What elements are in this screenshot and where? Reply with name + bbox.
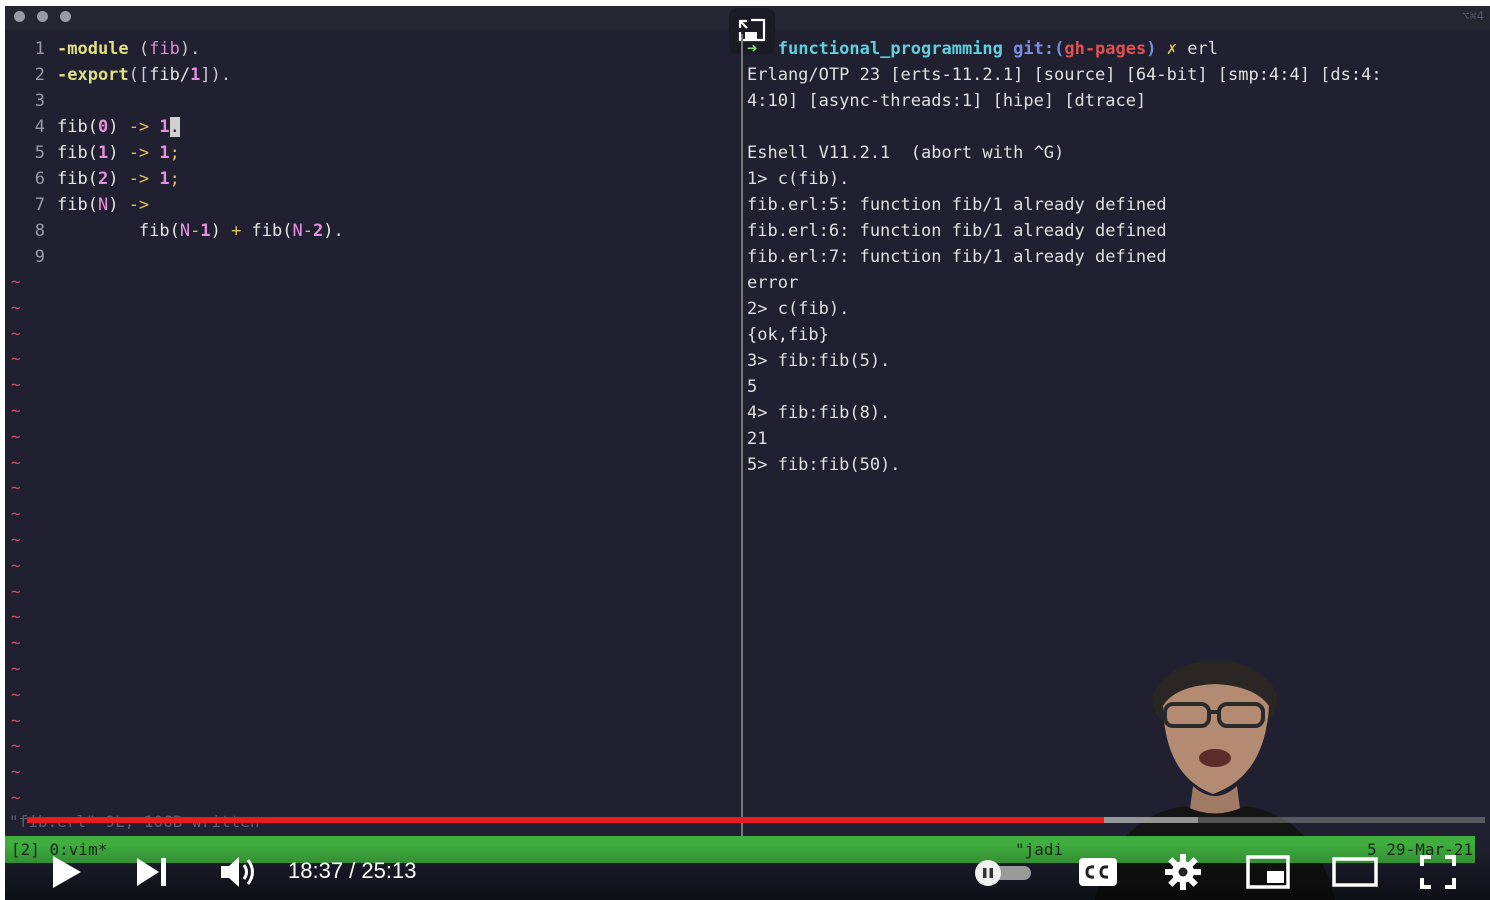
empty-line-tilde: ~	[11, 272, 21, 291]
empty-line-tilde: ~	[11, 762, 21, 782]
empty-line-tilde: ~	[11, 401, 21, 420]
code-line: 4 fib(0) -> 1.	[34, 117, 180, 137]
terminal-line: {ok,fib}	[747, 325, 829, 345]
empty-line-tilde: ~	[11, 478, 21, 498]
empty-line-tilde: ~	[11, 633, 21, 653]
terminal-line: Eshell V11.2.1 (abort with ^G)	[747, 143, 1065, 163]
settings-gear-icon[interactable]	[1163, 852, 1203, 892]
code-line: 1 -module (fib).	[34, 39, 201, 59]
empty-line-tilde: ~	[11, 710, 21, 730]
next-video-icon[interactable]	[135, 856, 169, 888]
code-line: 9	[34, 247, 45, 267]
terminal-line: 4> fib:fib(8).	[747, 403, 891, 423]
terminal-line: 5> fib:fib(50).	[747, 455, 901, 475]
code-line: 2 -export([fib/1]).	[34, 65, 232, 85]
maximize-window-dot	[60, 11, 71, 22]
empty-line-tilde: ~	[11, 788, 21, 807]
video-time: 18:37 / 25:13	[288, 858, 417, 883]
empty-line-tilde: ~	[11, 684, 21, 704]
empty-line-tilde: ~	[11, 452, 21, 472]
player-controls: 18:37 / 25:13	[5, 844, 1490, 900]
autoplay-knob	[975, 860, 1001, 886]
empty-line-tilde: ~	[11, 736, 21, 756]
terminal-line: 5	[747, 377, 758, 397]
code-line: 6 fib(2) -> 1;	[34, 169, 180, 189]
fullscreen-icon[interactable]	[1419, 854, 1457, 890]
empty-line-tilde: ~	[11, 607, 21, 627]
code-line: 7 fib(N) ->	[34, 195, 150, 215]
terminal-line: fib.erl:5: function fib/1 already define…	[747, 195, 1167, 215]
theater-mode-icon[interactable]	[1331, 856, 1379, 888]
play-icon[interactable]	[49, 854, 83, 890]
empty-line-tilde: ~	[11, 323, 21, 343]
close-window-dot	[14, 11, 25, 22]
code-line: 8 fib(N-1) + fib(N-2).	[34, 221, 344, 241]
empty-line-tilde: ~	[11, 659, 21, 678]
terminal-line: error	[747, 273, 799, 293]
video-frame[interactable]: ⌥⌘4 1 -module (fib). 2 -export([fib/1]). 3…	[5, 6, 1490, 900]
empty-line-tilde: ~	[11, 349, 21, 369]
terminal-line: fib.erl:6: function fib/1 already define…	[747, 221, 1167, 241]
empty-line-tilde: ~	[11, 426, 21, 446]
code-line: 5 fib(1) -> 1;	[34, 143, 180, 163]
video-progress-bar[interactable]	[27, 817, 1485, 823]
text-cursor: .	[169, 117, 180, 137]
terminal-line: 1> c(fib).	[747, 169, 850, 189]
miniplayer-icon[interactable]	[1245, 854, 1291, 890]
empty-line-tilde: ~	[11, 375, 21, 395]
empty-line-tilde: ~	[11, 504, 21, 524]
code-line: 3	[34, 91, 45, 111]
empty-line-tilde: ~	[11, 530, 21, 549]
terminal-line: fib.erl:7: function fib/1 already define…	[747, 247, 1167, 267]
terminal-line: 3> fib:fib(5).	[747, 351, 891, 371]
window-shortcut-label: ⌥⌘4	[1462, 9, 1484, 23]
vim-editor-pane: 1 -module (fib). 2 -export([fib/1]). 3 4 fi…	[5, 34, 739, 814]
terminal-line: 2> c(fib).	[747, 299, 850, 319]
volume-icon[interactable]	[219, 854, 259, 890]
minimize-window-dot	[37, 11, 48, 22]
empty-line-tilde: ~	[11, 555, 21, 575]
captions-icon[interactable]	[1077, 856, 1119, 888]
terminal-line: 21	[747, 429, 768, 449]
shell-prompt: ➜ functional_programming git:(gh-pages) …	[747, 39, 1218, 59]
empty-line-tilde: ~	[11, 297, 21, 317]
terminal-line: 4:10] [async-threads:1] [hipe] [dtrace]	[747, 91, 1147, 111]
empty-line-tilde: ~	[11, 581, 21, 601]
terminal-line: Erlang/OTP 23 [erts-11.2.1] [source] [64…	[747, 65, 1382, 85]
progress-played	[27, 817, 1105, 823]
autoplay-toggle[interactable]	[975, 860, 1033, 886]
pause-icon	[983, 868, 993, 878]
pane-divider	[741, 34, 743, 836]
